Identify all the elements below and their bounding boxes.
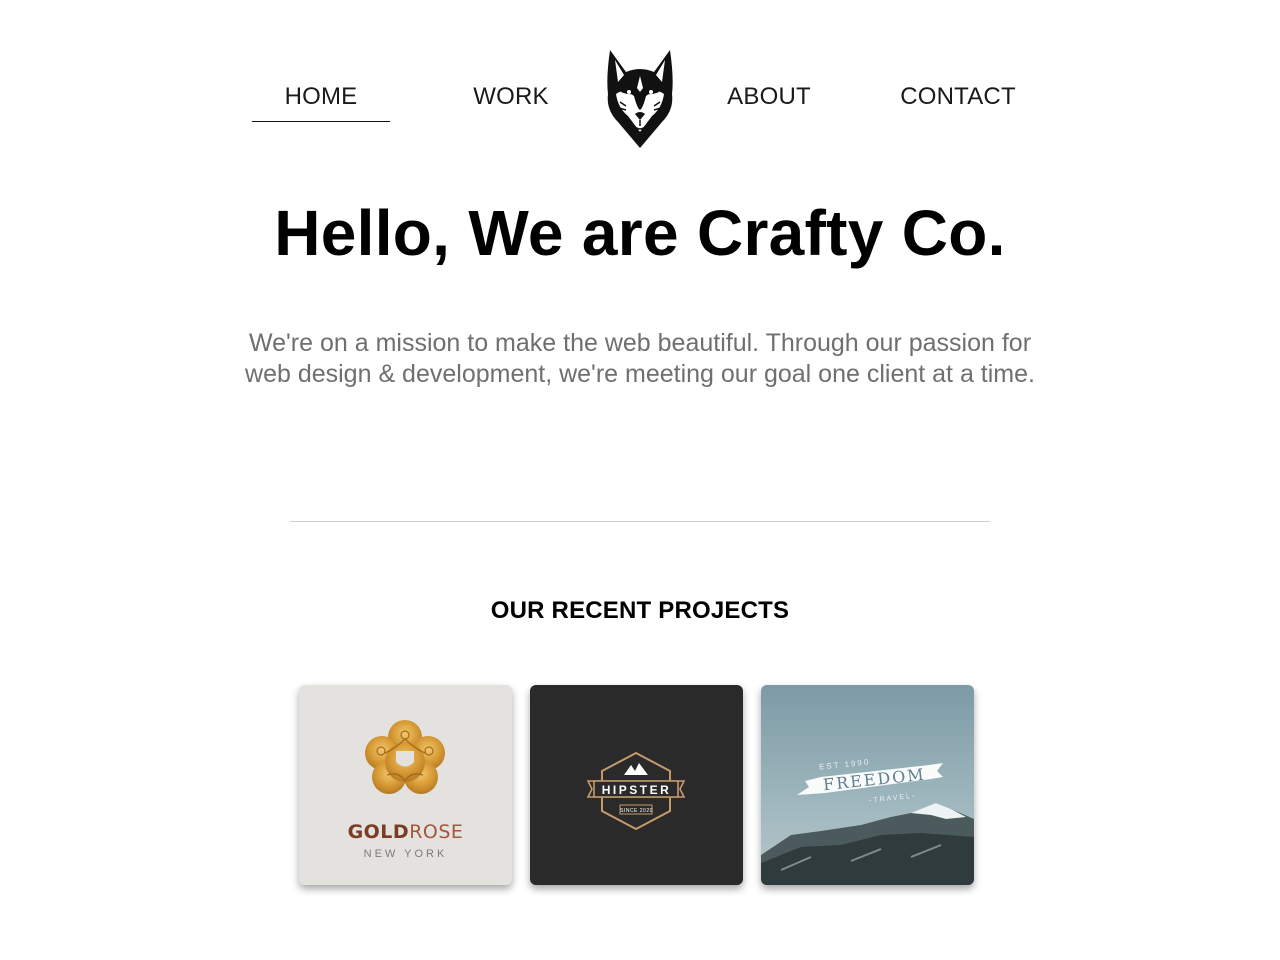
fox-logo-icon[interactable] xyxy=(604,48,676,150)
nav-contact-link[interactable]: CONTACT xyxy=(888,83,1028,111)
project-card-goldrose[interactable]: GOLDROSE NEW YORK xyxy=(299,685,512,885)
goldrose-brand-part2: ROSE xyxy=(409,821,464,843)
nav-active-underline xyxy=(252,121,390,122)
project-card-freedom[interactable]: EST 1990 FREEDOM -TRAVEL- xyxy=(761,685,974,885)
goldrose-subtitle: NEW YORK xyxy=(363,848,448,860)
main-nav: HOME WORK ABOUT CONTACT xyxy=(0,0,1280,160)
goldrose-brand-part1: GOLD xyxy=(347,821,410,843)
hero-description: We're on a mission to make the web beaut… xyxy=(245,329,1035,388)
projects-section-title: OUR RECENT PROJECTS xyxy=(490,597,790,624)
nav-work-link[interactable]: WORK xyxy=(446,83,576,111)
hero-title: Hello, We are Crafty Co. xyxy=(274,197,1006,269)
goldrose-brand-label: GOLDROSE xyxy=(299,821,512,843)
project-card-hipster[interactable]: HIPSTER SINCE 2020 xyxy=(530,685,743,885)
hipster-subtitle: SINCE 2020 xyxy=(620,808,653,814)
nav-about-link[interactable]: ABOUT xyxy=(704,83,834,111)
hipster-brand-label: HIPSTER xyxy=(601,783,672,797)
nav-home-link[interactable]: HOME xyxy=(252,83,390,111)
section-divider xyxy=(290,521,990,522)
